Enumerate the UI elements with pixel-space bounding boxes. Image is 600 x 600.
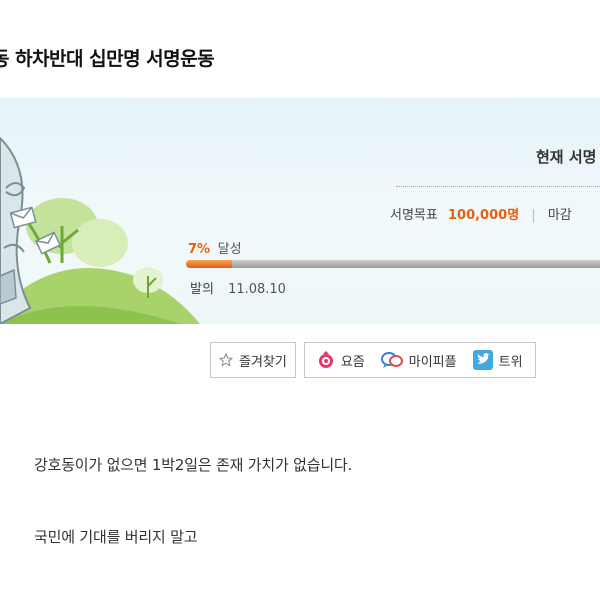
yozm-label: 요즘 bbox=[340, 354, 365, 370]
progress-bar-fill bbox=[186, 260, 233, 268]
petition-text-line: 강호동이가 없으면 1박2일은 존재 가치가 없습니다. bbox=[34, 456, 353, 474]
yozm-icon bbox=[317, 351, 335, 369]
twitter-icon bbox=[472, 350, 493, 370]
star-icon bbox=[219, 353, 233, 367]
share-group: 요즘 마이피플 트위 bbox=[303, 342, 536, 378]
landscape-illustration bbox=[0, 136, 200, 324]
start-row: 발의 11.08.10 bbox=[190, 278, 286, 297]
bookmark-label: 즐겨찾기 bbox=[239, 354, 287, 370]
goal-row: 서명목표 100,000명 | 마감 bbox=[390, 204, 572, 223]
start-label: 발의 bbox=[190, 282, 214, 297]
petition-title: 동 하차반대 십만명 서명운동 bbox=[0, 48, 215, 70]
progress-suffix: 달성 bbox=[217, 242, 242, 257]
twitter-label: 트위 bbox=[498, 354, 523, 370]
mypeople-label: 마이피플 bbox=[408, 354, 457, 370]
share-yozm-button[interactable]: 요즘 bbox=[309, 351, 373, 370]
goal-separator: | bbox=[531, 208, 536, 223]
petition-text-line: 국민에 기대를 버리지 말고 bbox=[34, 528, 198, 546]
progress-percent: 7% 달성 bbox=[188, 238, 242, 257]
deadline-label: 마감 bbox=[547, 208, 572, 223]
mypeople-icon bbox=[380, 351, 403, 369]
current-signatures-label: 현재 서명 bbox=[536, 148, 597, 166]
goal-value: 100,000명 bbox=[447, 208, 520, 223]
share-mypeople-button[interactable]: 마이피플 bbox=[373, 351, 465, 370]
goal-label: 서명목표 bbox=[390, 208, 438, 223]
petition-status-banner: 현재 서명 서명목표 100,000명 | 마감 7% 달성 발의 11.08.… bbox=[0, 98, 600, 324]
progress-percent-value: 7% bbox=[188, 242, 211, 257]
share-twitter-button[interactable]: 트위 bbox=[465, 350, 531, 370]
progress-bar bbox=[186, 260, 600, 268]
share-toolbar: 즐겨찾기 요즘 마이피플 트위 bbox=[210, 342, 536, 378]
start-date: 11.08.10 bbox=[228, 282, 286, 297]
divider bbox=[396, 186, 600, 187]
bookmark-button[interactable]: 즐겨찾기 bbox=[210, 342, 296, 378]
